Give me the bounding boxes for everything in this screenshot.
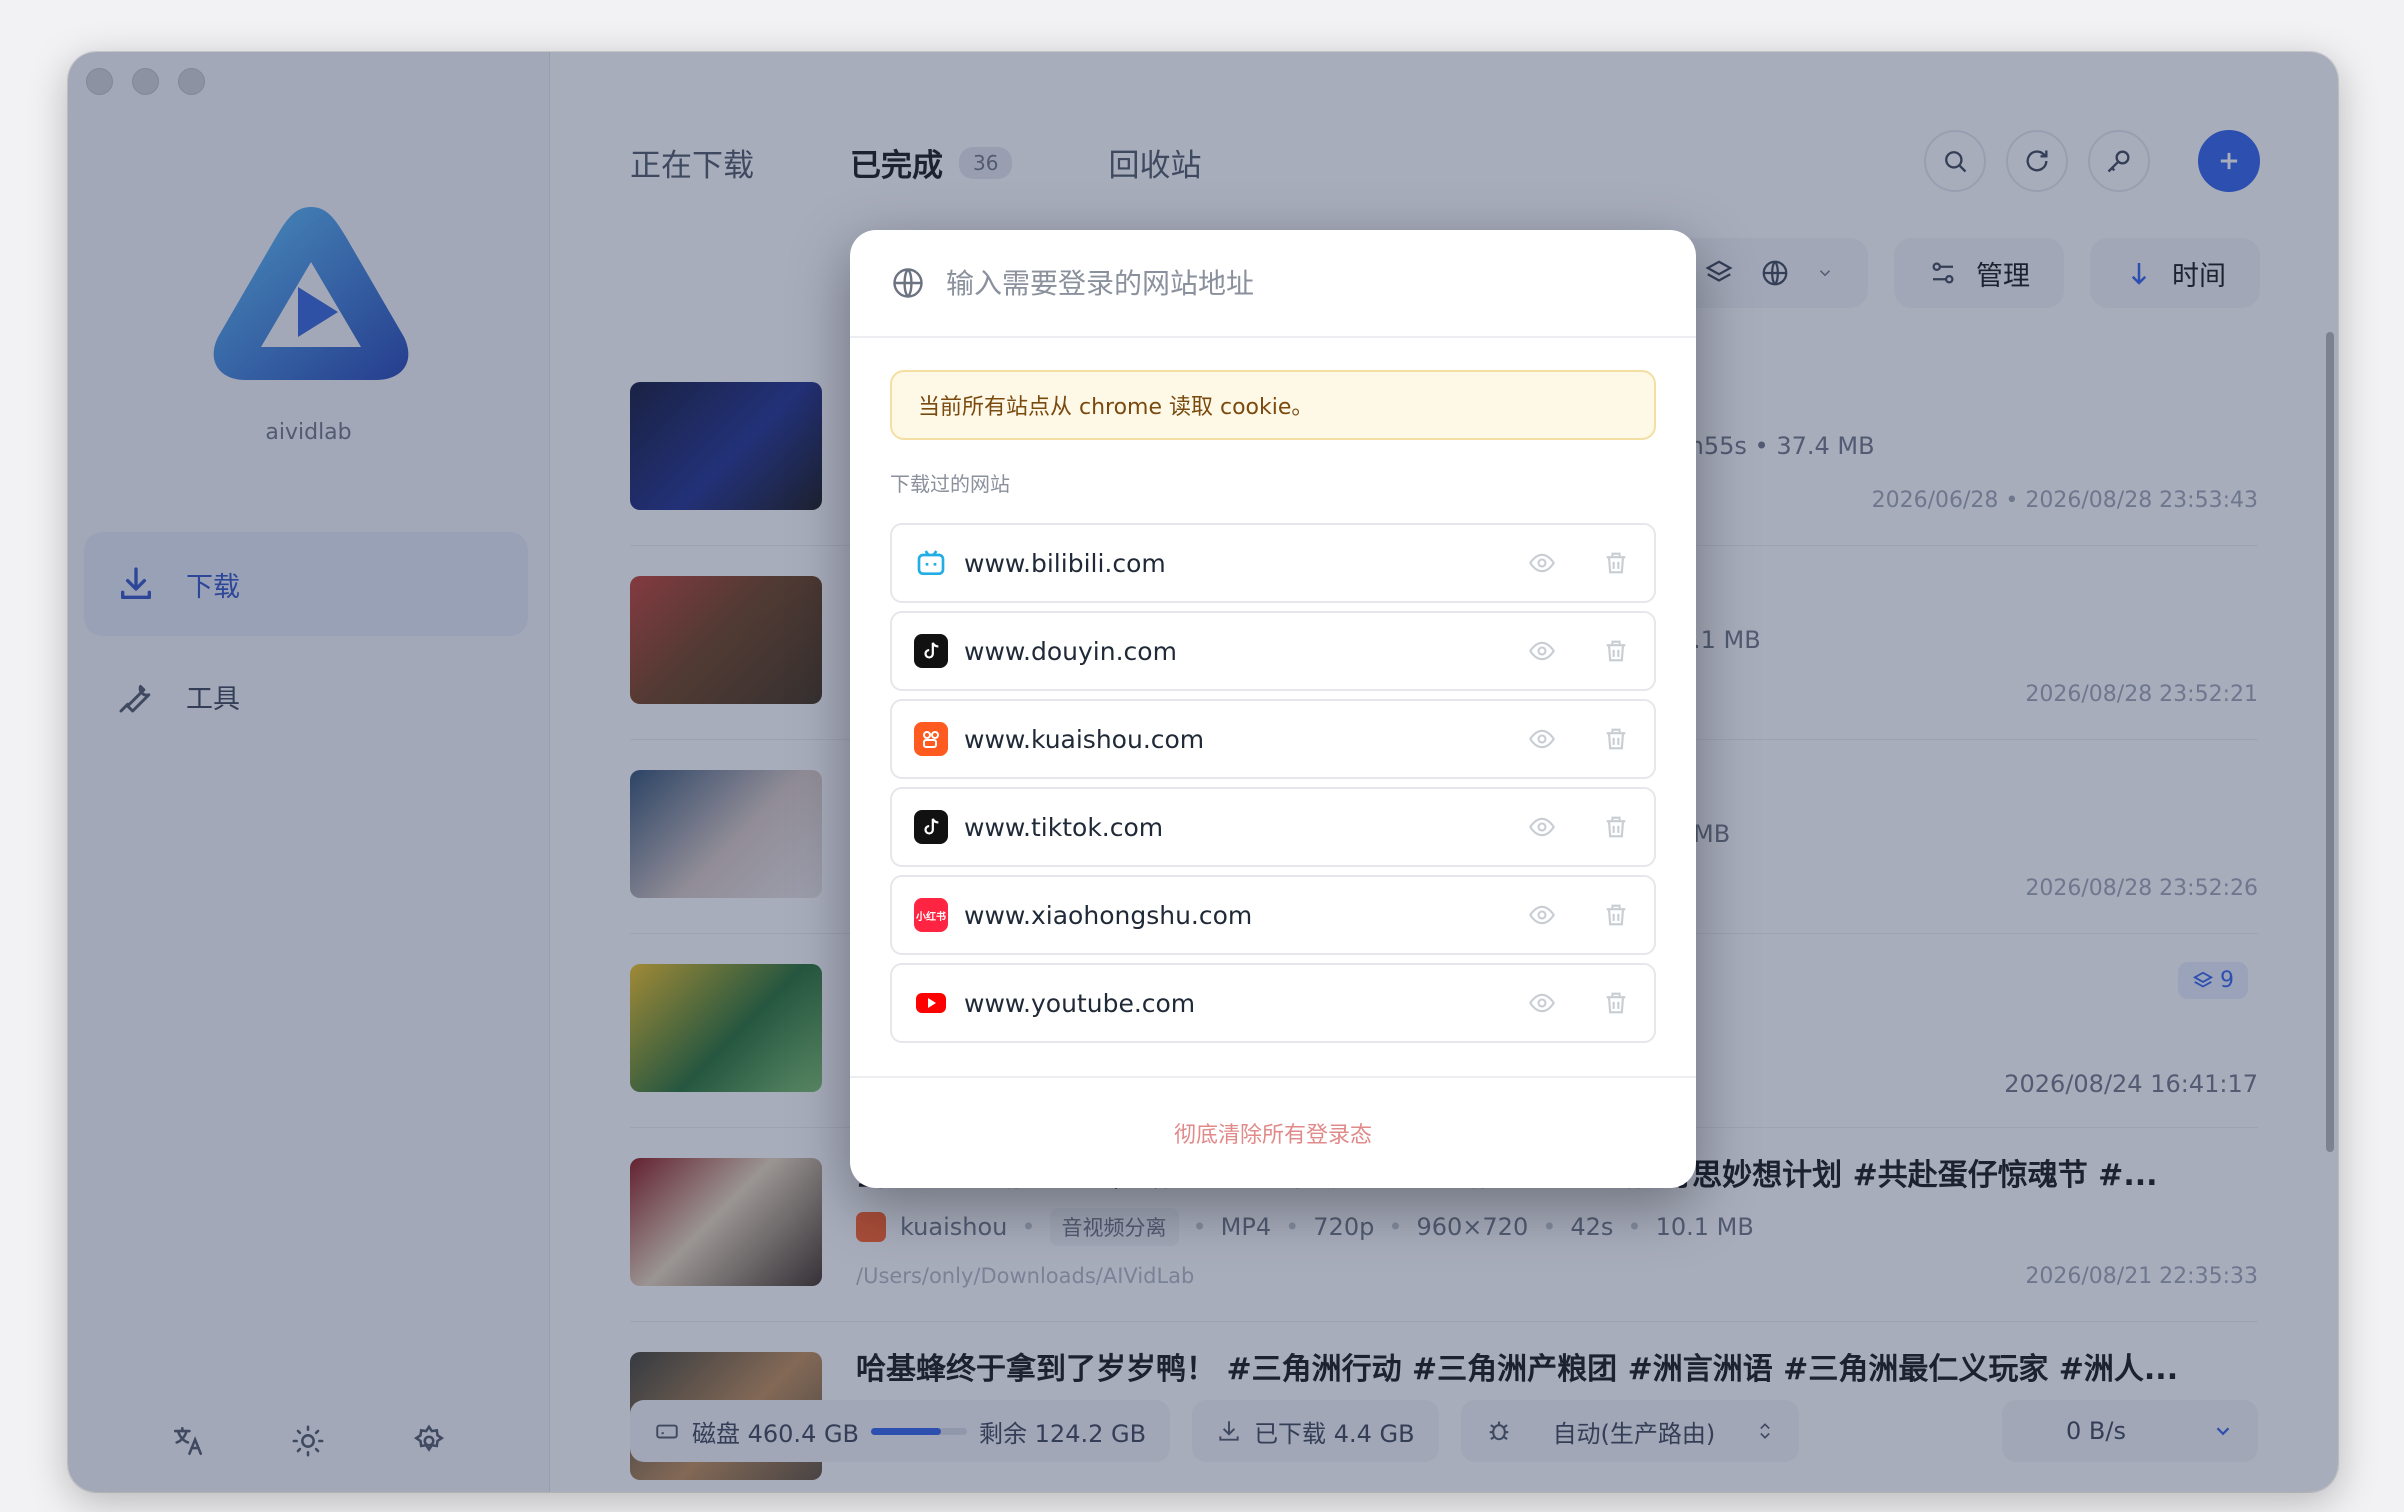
tiktok-icon <box>914 810 948 844</box>
site-url-input[interactable] <box>946 266 1586 300</box>
douyin-icon <box>914 634 948 668</box>
youtube-icon <box>914 986 948 1020</box>
section-label: 下载过的网站 <box>890 472 1010 496</box>
eye-icon[interactable] <box>1526 899 1558 931</box>
site-name: www.tiktok.com <box>964 812 1164 842</box>
site-item-tiktok[interactable]: www.tiktok.com <box>890 787 1656 867</box>
site-item-bilibili[interactable]: www.bilibili.com <box>890 523 1656 603</box>
trash-icon[interactable] <box>1600 547 1632 579</box>
site-name: www.kuaishou.com <box>964 724 1205 754</box>
trash-icon[interactable] <box>1600 723 1632 755</box>
site-name: www.douyin.com <box>964 636 1177 666</box>
site-login-dialog: 当前所有站点从 chrome 读取 cookie。 下载过的网站 www.bil… <box>850 230 1696 1188</box>
trash-icon[interactable] <box>1600 899 1632 931</box>
site-name: www.xiaohongshu.com <box>964 900 1253 930</box>
cookie-notice: 当前所有站点从 chrome 读取 cookie。 <box>890 370 1656 440</box>
trash-icon[interactable] <box>1600 635 1632 667</box>
globe-icon <box>893 268 923 298</box>
site-name: www.youtube.com <box>964 988 1196 1018</box>
site-item-kuaishou[interactable]: www.kuaishou.com <box>890 699 1656 779</box>
eye-icon[interactable] <box>1526 547 1558 579</box>
trash-icon[interactable] <box>1600 987 1632 1019</box>
site-item-xiaohongshu[interactable]: 小红书 www.xiaohongshu.com <box>890 875 1656 955</box>
site-list: www.bilibili.com www.douyin.com www.kuai… <box>890 523 1656 1043</box>
eye-icon[interactable] <box>1526 723 1558 755</box>
site-name: www.bilibili.com <box>964 548 1166 578</box>
clear-all-logins-button[interactable]: 彻底清除所有登录态 <box>1174 1117 1372 1149</box>
eye-icon[interactable] <box>1526 811 1558 843</box>
xiaohongshu-logo-text: 小红书 <box>916 911 946 923</box>
kuaishou-icon <box>914 722 948 756</box>
eye-icon[interactable] <box>1526 635 1558 667</box>
site-item-youtube[interactable]: www.youtube.com <box>890 963 1656 1043</box>
dialog-footer: 彻底清除所有登录态 <box>850 1076 1696 1188</box>
bilibili-icon <box>914 546 948 580</box>
app-window: aividlab 下载 工具 正在下载 已完成 36 回收站 管理 时间 576… <box>68 52 2338 1492</box>
eye-icon[interactable] <box>1526 987 1558 1019</box>
xiaohongshu-icon: 小红书 <box>914 898 948 932</box>
dialog-header <box>850 230 1696 338</box>
site-item-douyin[interactable]: www.douyin.com <box>890 611 1656 691</box>
trash-icon[interactable] <box>1600 811 1632 843</box>
